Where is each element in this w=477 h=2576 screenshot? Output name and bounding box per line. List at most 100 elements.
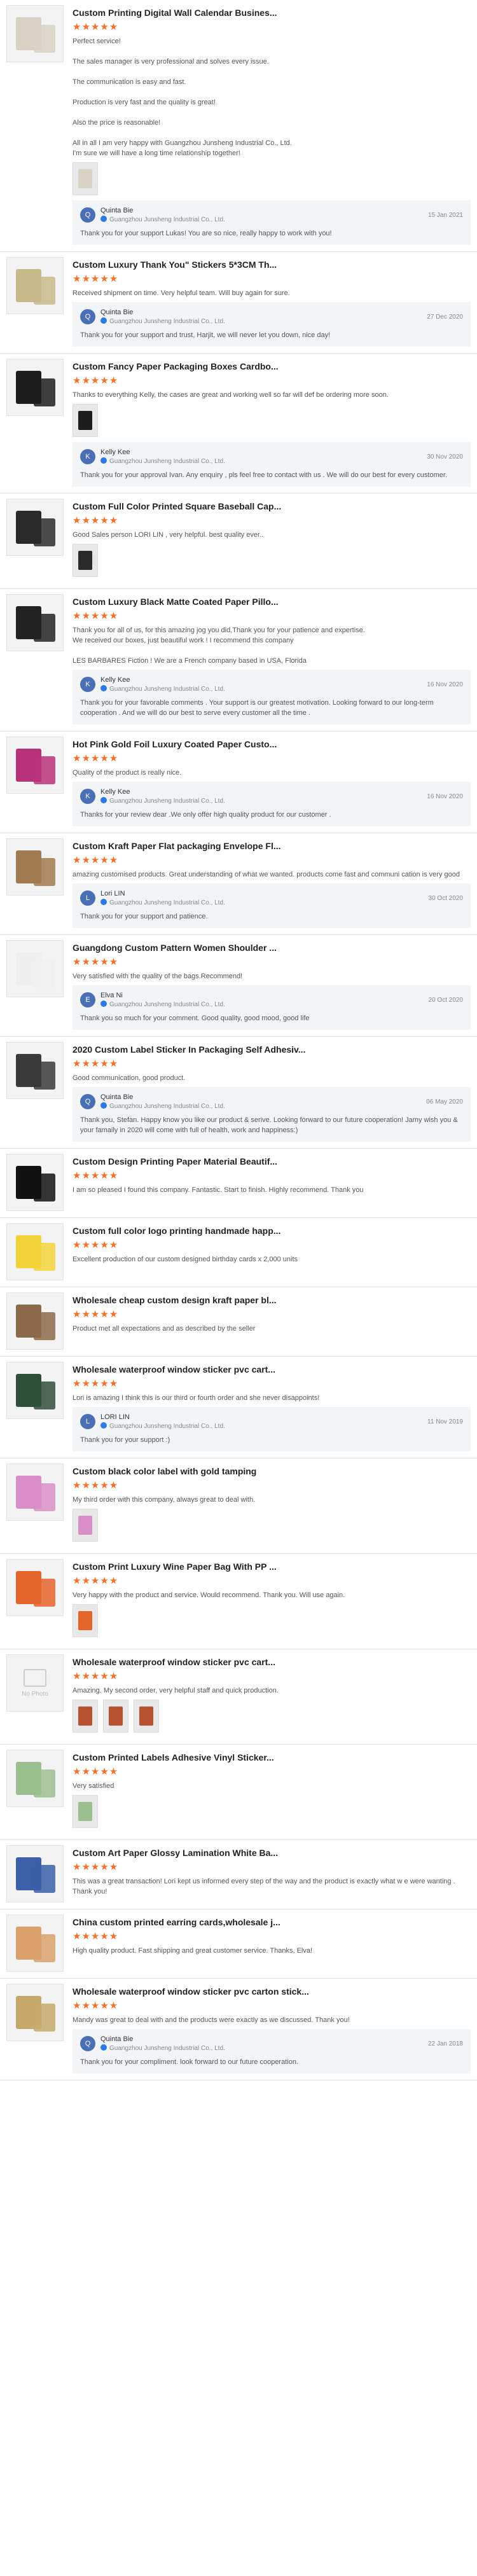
reply-date: 22 Jan 2018	[427, 2040, 463, 2047]
review-item: Custom Full Color Printed Square Basebal…	[0, 494, 477, 589]
reply-company-name: Guangzhou Junsheng Industrial Co., Ltd.	[109, 216, 225, 223]
product-title-link[interactable]: Custom Printed Labels Adhesive Vinyl Sti…	[73, 1752, 340, 1762]
reply-text: Thank you, Stefan. Happy know you like o…	[80, 1116, 458, 1134]
product-title-link[interactable]: Wholesale waterproof window sticker pvc …	[73, 1986, 340, 1997]
review-text: Perfect service! The sales manager is ve…	[73, 38, 292, 157]
reply-date: 16 Nov 2020	[427, 681, 463, 688]
review-photo[interactable]	[73, 162, 98, 195]
seller-reply: K Kelly Kee Guangzhou Junsheng Industrial …	[73, 670, 471, 724]
product-thumbnail[interactable]	[6, 359, 64, 416]
product-thumbnail[interactable]	[6, 499, 64, 556]
rating-stars: ★★★★★	[73, 753, 119, 764]
review-photo[interactable]	[73, 1700, 98, 1733]
rating-stars: ★★★★★	[73, 1240, 119, 1250]
review-item: Custom Printed Labels Adhesive Vinyl Sti…	[0, 1745, 477, 1840]
product-thumbnail[interactable]	[6, 737, 64, 794]
seller-reply: K Kelly Kee Guangzhou Junsheng Industrial …	[73, 442, 471, 487]
product-thumbnail[interactable]	[6, 1845, 64, 1902]
reply-header: E Elva Ni Guangzhou Junsheng Industrial Co…	[80, 992, 463, 1008]
product-title-link[interactable]: Custom black color label with gold tampi…	[73, 1466, 340, 1476]
product-thumbnail[interactable]	[6, 1223, 64, 1280]
review-photo[interactable]	[73, 544, 98, 577]
review-images	[73, 1795, 471, 1828]
verified-badge-icon	[100, 2044, 107, 2051]
review-photo[interactable]	[103, 1700, 128, 1733]
rating-stars: ★★★★★	[73, 1671, 119, 1682]
product-thumbnail[interactable]	[6, 594, 64, 651]
review-text: Good communication, good product.	[73, 1074, 186, 1082]
reply-author-name: Quinta Bie	[100, 207, 134, 214]
rating-stars: ★★★★★	[73, 1170, 119, 1181]
product-title-link[interactable]: China custom printed earring cards,whole…	[73, 1917, 340, 1927]
product-thumbnail[interactable]: No Photo	[6, 1654, 64, 1712]
reply-company-name: Guangzhou Junsheng Industrial Co., Ltd.	[109, 458, 225, 465]
product-thumbnail[interactable]	[6, 257, 64, 314]
product-thumbnail[interactable]	[6, 1292, 64, 1350]
product-title-link[interactable]: 2020 Custom Label Sticker In Packaging S…	[73, 1044, 340, 1055]
product-title-link[interactable]: Custom full color logo printing handmade…	[73, 1226, 340, 1236]
product-title-link[interactable]: Custom Fancy Paper Packaging Boxes Cardb…	[73, 361, 340, 371]
review-body: Custom Printed Labels Adhesive Vinyl Sti…	[64, 1750, 471, 1833]
review-text: Mandy was great to deal with and the pro…	[73, 2016, 350, 2024]
product-thumbnail[interactable]	[6, 1154, 64, 1211]
reply-header: Q Quinta Bie Guangzhou Junsheng Industrial…	[80, 2035, 463, 2052]
product-title-link[interactable]: Guangdong Custom Pattern Women Shoulder …	[73, 943, 340, 953]
image-placeholder-icon	[24, 1668, 46, 1687]
review-item: Custom Luxury Black Matte Coated Paper P…	[0, 589, 477, 731]
review-body: Wholesale waterproof window sticker pvc …	[64, 1362, 471, 1451]
review-body: Custom full color logo printing handmade…	[64, 1223, 471, 1280]
review-text: Quality of the product is really nice.	[73, 769, 182, 777]
review-photo[interactable]	[134, 1700, 159, 1733]
reply-text: Thank you for your support :)	[80, 1436, 170, 1444]
reply-company: Guangzhou Junsheng Industrial Co., Ltd.	[100, 685, 427, 693]
product-title-link[interactable]: Wholesale waterproof window sticker pvc …	[73, 1364, 340, 1375]
product-thumbnail[interactable]	[6, 940, 64, 997]
product-thumbnail[interactable]	[6, 1464, 64, 1521]
reply-company-name: Guangzhou Junsheng Industrial Co., Ltd.	[109, 1423, 225, 1430]
avatar: E	[80, 992, 95, 1008]
review-text: Received shipment on time. Very helpful …	[73, 289, 290, 297]
product-thumbnail[interactable]	[6, 838, 64, 896]
review-body: Custom Luxury Black Matte Coated Paper P…	[64, 594, 471, 724]
product-title-link[interactable]: Custom Print Luxury Wine Paper Bag With …	[73, 1562, 340, 1572]
reply-company: Guangzhou Junsheng Industrial Co., Ltd.	[100, 1001, 429, 1008]
product-title-link[interactable]: Wholesale cheap custom design kraft pape…	[73, 1295, 340, 1305]
reply-meta: Elva Ni Guangzhou Junsheng Industrial Co.…	[100, 992, 429, 1008]
product-title-link[interactable]: Custom Full Color Printed Square Basebal…	[73, 501, 340, 511]
review-photo[interactable]	[73, 1604, 98, 1637]
reply-company: Guangzhou Junsheng Industrial Co., Ltd.	[100, 317, 427, 325]
review-body: China custom printed earring cards,whole…	[64, 1915, 471, 1972]
avatar: K	[80, 789, 95, 804]
product-thumbnail[interactable]	[6, 5, 64, 62]
product-title-link[interactable]: Custom Printing Digital Wall Calendar Bu…	[73, 8, 340, 18]
review-item: Custom Art Paper Glossy Lamination White…	[0, 1840, 477, 1909]
product-title-link[interactable]: Wholesale waterproof window sticker pvc …	[73, 1657, 340, 1667]
review-photo[interactable]	[73, 1509, 98, 1542]
review-item: Custom Fancy Paper Packaging Boxes Cardb…	[0, 354, 477, 494]
product-thumbnail[interactable]	[6, 1559, 64, 1616]
product-title-link[interactable]: Custom Kraft Paper Flat packaging Envelo…	[73, 841, 340, 851]
review-photo[interactable]	[73, 1795, 98, 1828]
product-title-link[interactable]: Custom Luxury Black Matte Coated Paper P…	[73, 597, 340, 607]
product-title-link[interactable]: Custom Luxury Thank You" Stickers 5*3CM …	[73, 260, 340, 270]
rating-stars: ★★★★★	[73, 1058, 119, 1069]
reply-text: Thank you for your support and trust, Ha…	[80, 331, 331, 339]
product-thumbnail[interactable]	[6, 1984, 64, 2041]
avatar: K	[80, 677, 95, 692]
reply-text: Thank you for your support Lukas! You ar…	[80, 230, 332, 237]
reply-text: Thank you for your support and patience.	[80, 913, 208, 920]
product-thumbnail[interactable]	[6, 1915, 64, 1972]
product-title-link[interactable]: Custom Design Printing Paper Material Be…	[73, 1156, 340, 1167]
product-thumbnail[interactable]	[6, 1042, 64, 1099]
review-item: Custom Kraft Paper Flat packaging Envelo…	[0, 833, 477, 935]
product-image	[34, 960, 55, 988]
reply-header: Q Quinta Bie Guangzhou Junsheng Industrial…	[80, 1093, 463, 1110]
product-title-link[interactable]: Hot Pink Gold Foil Luxury Coated Paper C…	[73, 739, 340, 749]
product-thumbnail[interactable]	[6, 1362, 64, 1419]
product-image	[34, 1243, 55, 1271]
reply-header: Q Quinta Bie Guangzhou Junsheng Industrial…	[80, 207, 463, 223]
review-photo[interactable]	[73, 404, 98, 437]
review-body: Custom Full Color Printed Square Basebal…	[64, 499, 471, 582]
product-thumbnail[interactable]	[6, 1750, 64, 1807]
product-title-link[interactable]: Custom Art Paper Glossy Lamination White…	[73, 1848, 340, 1858]
